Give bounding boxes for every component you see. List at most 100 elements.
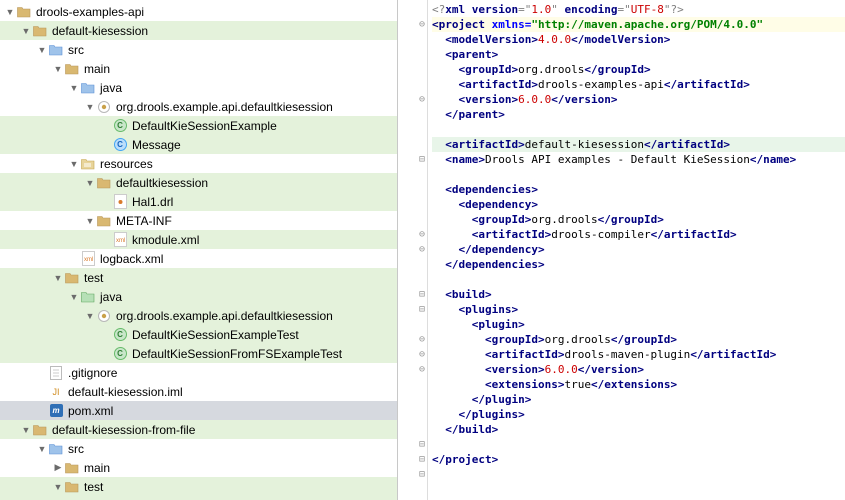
code-line[interactable] (432, 122, 845, 137)
gutter-fold-marker[interactable]: ⊖ (398, 362, 427, 377)
gutter-fold-marker[interactable]: ⊖ (398, 332, 427, 347)
tree-item[interactable]: ▶xmllogback.xml (0, 249, 397, 268)
gutter-fold-marker[interactable]: ⊖ (398, 242, 427, 257)
disclosure-arrow-icon[interactable]: ▼ (20, 425, 32, 435)
disclosure-arrow-icon[interactable]: ▼ (52, 64, 64, 74)
code-line[interactable]: <?xml version="1.0" encoding="UTF-8"?> (432, 2, 845, 17)
tree-item[interactable]: ▼test (0, 477, 397, 496)
xml-file-icon: xml (80, 251, 96, 267)
gutter-fold-marker[interactable]: ⊖ (398, 227, 427, 242)
tree-item-label: DefaultKieSessionExampleTest (132, 328, 299, 342)
editor-code[interactable]: <?xml version="1.0" encoding="UTF-8"?><p… (428, 0, 845, 500)
code-line[interactable]: </dependencies> (432, 257, 845, 272)
tree-item-label: logback.xml (100, 252, 163, 266)
code-line[interactable]: </dependency> (432, 242, 845, 257)
disclosure-arrow-icon[interactable]: ▶ (52, 462, 64, 473)
code-line[interactable]: <parent> (432, 47, 845, 62)
code-line[interactable]: </build> (432, 422, 845, 437)
code-line[interactable]: <artifactId>drools-maven-plugin</artifac… (432, 347, 845, 362)
tree-item[interactable]: ▼drools-examples-api (0, 2, 397, 21)
gutter-fold-marker[interactable]: ⊟ (398, 287, 427, 302)
gutter-fold-marker (398, 107, 427, 122)
tree-item[interactable]: ▼src (0, 40, 397, 59)
gutter-fold-marker[interactable]: ⊖ (398, 92, 427, 107)
tree-item[interactable]: ▼org.drools.example.api.defaultkiesessio… (0, 97, 397, 116)
editor-gutter[interactable]: ⊖⊖⊟⊖⊖⊟⊟⊖⊖⊖⊟⊟⊟⊟ (398, 0, 428, 500)
tree-item[interactable]: ▼main (0, 59, 397, 78)
code-line[interactable]: <extensions>true</extensions> (432, 377, 845, 392)
tree-item[interactable]: ▼ test (0, 268, 397, 287)
tree-item[interactable]: ▼META-INF (0, 211, 397, 230)
gutter-fold-marker[interactable]: ⊟ (398, 302, 427, 317)
code-line[interactable]: <version>6.0.0</version> (432, 92, 845, 107)
code-line[interactable]: <name>Drools API examples - Default KieS… (432, 152, 845, 167)
tree-item[interactable]: ▶main (0, 458, 397, 477)
disclosure-arrow-icon[interactable]: ▼ (20, 26, 32, 36)
tree-item[interactable]: ▼defaultkiesession (0, 173, 397, 192)
code-line[interactable]: <artifactId>drools-examples-api</artifac… (432, 77, 845, 92)
tree-item[interactable]: ▼java (0, 496, 397, 500)
tree-item[interactable]: ▶.gitignore (0, 363, 397, 382)
gutter-fold-marker[interactable]: ⊟ (398, 152, 427, 167)
disclosure-arrow-icon[interactable]: ▼ (84, 102, 96, 112)
disclosure-arrow-icon[interactable]: ▼ (36, 444, 48, 454)
code-line[interactable]: </parent> (432, 107, 845, 122)
code-line[interactable] (432, 167, 845, 182)
code-line[interactable]: <plugin> (432, 317, 845, 332)
gutter-fold-marker (398, 197, 427, 212)
tree-item[interactable]: ▶xmlkmodule.xml (0, 230, 397, 249)
tree-item[interactable]: ▼java (0, 78, 397, 97)
disclosure-arrow-icon[interactable]: ▼ (36, 45, 48, 55)
disclosure-arrow-icon[interactable]: ▼ (4, 7, 16, 17)
code-line[interactable]: <plugins> (432, 302, 845, 317)
code-line[interactable]: <modelVersion>4.0.0</modelVersion> (432, 32, 845, 47)
disclosure-arrow-icon[interactable]: ▼ (84, 216, 96, 226)
tree-item[interactable]: ▼resources (0, 154, 397, 173)
tree-item[interactable]: ▼ org.drools.example.api.defaultkiesessio… (0, 306, 397, 325)
disclosure-arrow-icon[interactable]: ▼ (52, 273, 64, 283)
tree-item[interactable]: ▼default-kiesession-from-file (0, 420, 397, 439)
project-tree-panel: ▼drools-examples-api▼default-kiesession▼… (0, 0, 398, 500)
disclosure-arrow-icon[interactable]: ▼ (68, 159, 80, 169)
code-line[interactable]: <dependencies> (432, 182, 845, 197)
code-line[interactable] (432, 272, 845, 287)
gutter-fold-marker[interactable]: ⊟ (398, 437, 427, 452)
tree-item-label: org.drools.example.api.defaultkiesession (116, 309, 333, 323)
code-line[interactable]: <project xmlns="http://maven.apache.org/… (432, 17, 845, 32)
tree-item[interactable]: ▶Hal1.drl (0, 192, 397, 211)
disclosure-arrow-icon[interactable]: ▼ (68, 292, 80, 302)
gutter-fold-marker (398, 2, 427, 17)
code-line[interactable]: <version>6.0.0</version> (432, 362, 845, 377)
disclosure-arrow-icon[interactable]: ▼ (68, 83, 80, 93)
tree-item[interactable]: ▶CMessage (0, 135, 397, 154)
code-line[interactable]: <groupId>org.drools</groupId> (432, 332, 845, 347)
code-line[interactable]: <artifactId>default-kiesession</artifact… (432, 137, 845, 152)
gutter-fold-marker[interactable]: ⊖ (398, 347, 427, 362)
gutter-fold-marker[interactable]: ⊖ (398, 17, 427, 32)
tree-item[interactable]: ▶JIdefault-kiesession.iml (0, 382, 397, 401)
gutter-fold-marker[interactable]: ⊟ (398, 452, 427, 467)
code-line[interactable]: </plugins> (432, 407, 845, 422)
disclosure-arrow-icon[interactable]: ▼ (52, 482, 64, 492)
tree-item[interactable]: ▼default-kiesession (0, 21, 397, 40)
code-line[interactable]: <build> (432, 287, 845, 302)
disclosure-arrow-icon[interactable]: ▼ (84, 178, 96, 188)
tree-item[interactable]: ▶CDefaultKieSessionExample (0, 116, 397, 135)
code-line[interactable] (432, 437, 845, 452)
disclosure-arrow-icon: ▶ (36, 405, 48, 416)
disclosure-arrow-icon[interactable]: ▼ (84, 311, 96, 321)
tree-item[interactable]: ▶CDefaultKieSessionExampleTest (0, 325, 397, 344)
tree-item[interactable]: ▼java (0, 287, 397, 306)
tree-item[interactable]: ▶mpom.xml (0, 401, 397, 420)
gutter-fold-marker[interactable]: ⊟ (398, 467, 427, 482)
code-line[interactable]: <dependency> (432, 197, 845, 212)
tree-item[interactable]: ▶CDefaultKieSessionFromFSExampleTest (0, 344, 397, 363)
tree-item-label: test (84, 271, 103, 285)
code-line[interactable]: <groupId>org.drools</groupId> (432, 62, 845, 77)
code-line[interactable]: </project> (432, 452, 845, 467)
code-line[interactable]: <groupId>org.drools</groupId> (432, 212, 845, 227)
code-line[interactable]: <artifactId>drools-compiler</artifactId> (432, 227, 845, 242)
code-line[interactable]: </plugin> (432, 392, 845, 407)
project-tree[interactable]: ▼drools-examples-api▼default-kiesession▼… (0, 0, 397, 500)
tree-item[interactable]: ▼src (0, 439, 397, 458)
